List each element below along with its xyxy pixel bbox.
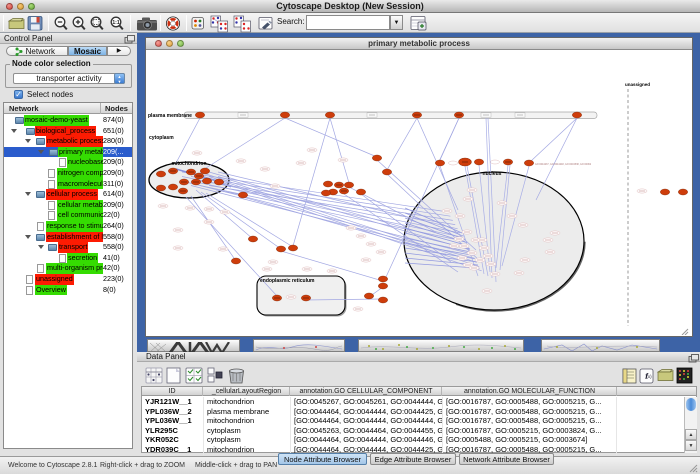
svg-text:1:1: 1:1 [112,20,119,26]
svg-text:GO:0044237, GO:0044248, GO:001: GO:0044237, GO:0044248, GO:0019538, GO:0… [535,163,592,166]
svg-text:nucleus: nucleus [483,171,502,177]
svg-text:mitochondrion: mitochondrion [172,161,207,167]
svg-text:cytoplasm: cytoplasm [149,135,174,141]
svg-text:endoplasmic reticulum: endoplasmic reticulum [260,278,315,284]
svg-text:plasma membrane: plasma membrane [148,113,192,119]
svg-text:(x): (x) [646,374,652,379]
svg-text:unassigned: unassigned [625,82,650,87]
